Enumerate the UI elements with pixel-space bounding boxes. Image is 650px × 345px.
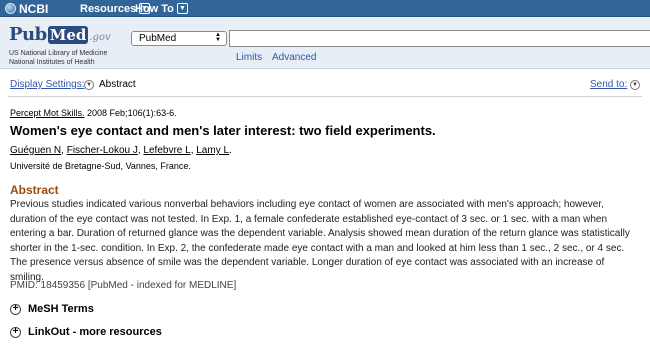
search-input[interactable] — [229, 30, 650, 47]
mesh-terms-toggle[interactable]: + MeSH Terms — [10, 302, 94, 316]
logo-pub-text: Pub — [9, 24, 47, 45]
nlm-line-1: US National Library of Medicine — [9, 50, 108, 57]
chevron-down-icon: ▼ — [176, 3, 188, 14]
affiliation: Université de Bretagne-Sud, Vannes, Fran… — [10, 161, 191, 171]
author-link[interactable]: Guéguen N — [10, 145, 61, 156]
ncbi-home-link[interactable]: NCBI — [5, 1, 48, 16]
citation: Percept Mot Skills. 2008 Feb;106(1):63-6… — [10, 108, 177, 118]
send-to-link[interactable]: Send to: — [590, 79, 627, 90]
database-select-value: PubMed — [139, 33, 177, 44]
advanced-link[interactable]: Advanced — [272, 52, 316, 63]
section-label: LinkOut - more resources — [28, 326, 162, 338]
display-settings-row: Display Settings: ▼ Abstract Send to: ▼ — [0, 77, 650, 93]
expand-plus-icon: + — [10, 303, 21, 315]
author-list: Guéguen N, Fischer-Lokou J, Lefebvre L, … — [10, 145, 232, 156]
abstract-text: Previous studies indicated various nonve… — [10, 199, 630, 283]
author-link[interactable]: Lamy L — [196, 145, 229, 156]
select-arrows-icon: ▲ ▼ — [215, 32, 221, 43]
how-to-menu[interactable]: How To ▼ — [135, 1, 188, 16]
author-separator: . — [229, 145, 232, 156]
ncbi-top-bar: NCBI Resources ▼ How To ▼ — [0, 0, 650, 17]
limits-link[interactable]: Limits — [236, 52, 262, 63]
pubmed-logo[interactable]: Pub Med .gov — [9, 24, 119, 46]
ncbi-label: NCBI — [19, 1, 49, 16]
resources-menu-label: Resources — [80, 2, 137, 15]
expand-plus-icon: + — [10, 326, 21, 338]
ncbi-globe-icon — [5, 3, 16, 14]
linkout-toggle[interactable]: + LinkOut - more resources — [10, 325, 162, 339]
section-label: MeSH Terms — [28, 303, 94, 315]
logo-gov-text: .gov — [89, 32, 111, 43]
send-to-chevron-icon[interactable]: ▼ — [630, 80, 640, 90]
journal-link[interactable]: Percept Mot Skills. — [10, 108, 85, 118]
citation-details: 2008 Feb;106(1):63-6. — [84, 108, 177, 118]
logo-med-text: Med — [47, 26, 89, 44]
nlm-affiliation: US National Library of Medicine National… — [9, 49, 107, 67]
pubmed-header: Pub Med .gov US National Library of Medici… — [0, 17, 650, 69]
abstract-heading: Abstract — [10, 183, 59, 197]
display-settings-link[interactable]: Display Settings: — [10, 79, 84, 90]
divider — [8, 96, 642, 97]
pmid-line: PMID: 18459356 [PubMed - indexed for MED… — [10, 280, 237, 291]
how-to-menu-label: How To — [135, 2, 174, 15]
author-link[interactable]: Lefebvre L — [143, 145, 190, 156]
author-link[interactable]: Fischer-Lokou J — [67, 145, 138, 156]
nlm-line-2: National Institutes of Health — [9, 59, 95, 66]
display-settings-chevron-icon[interactable]: ▼ — [84, 80, 94, 90]
article-title: Women's eye contact and men's later inte… — [10, 123, 436, 138]
database-select[interactable]: PubMed ▲ ▼ — [131, 31, 227, 46]
display-format: Abstract — [99, 79, 136, 90]
